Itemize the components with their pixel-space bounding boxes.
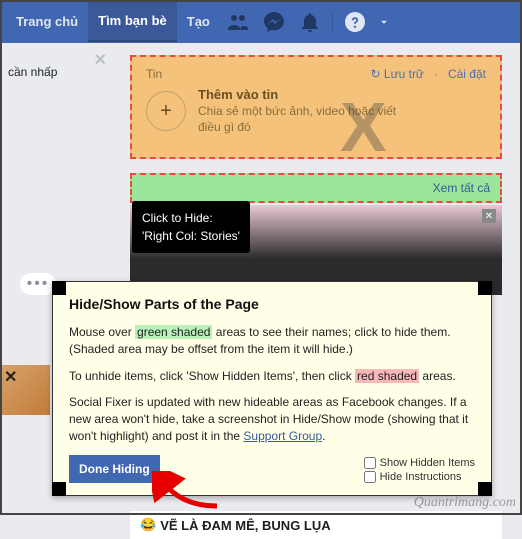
top-navbar: Trang chủ Tìm bạn bè Tạo xyxy=(0,0,522,43)
ad-close-icon[interactable]: ✕ xyxy=(482,209,496,223)
thumb-close-icon[interactable]: ✕ xyxy=(4,367,17,387)
stories-title: Tin xyxy=(146,67,162,81)
notifications-icon[interactable] xyxy=(298,10,322,34)
sidebar-thumbnail[interactable]: ✕ xyxy=(0,365,50,415)
help-icon[interactable] xyxy=(343,10,367,34)
red-shaded-highlight: red shaded xyxy=(355,369,419,383)
show-hidden-items-checkbox[interactable]: Show Hidden Items xyxy=(364,457,475,469)
archive-link[interactable]: ↻ Lưu trữ xyxy=(371,67,424,81)
settings-link[interactable]: Cài đặt xyxy=(448,67,486,81)
tab-home[interactable]: Trang chủ xyxy=(6,2,88,41)
panel-paragraph-1: Mouse over green shaded areas to see the… xyxy=(69,324,475,358)
panel-paragraph-2: To unhide items, click 'Show Hidden Item… xyxy=(69,368,475,385)
stories-box-highlight[interactable]: Tin ↻ Lưu trữ · Cài đặt + Thêm vào tin C… xyxy=(130,55,502,159)
navbar-divider xyxy=(332,11,333,33)
watermark: Quantrimang.com xyxy=(414,495,516,511)
panel-corner-handle[interactable] xyxy=(478,281,492,295)
hide-tooltip: Click to Hide: 'Right Col: Stories' xyxy=(132,201,250,253)
tooltip-line2: 'Right Col: Stories' xyxy=(142,227,240,245)
add-story-title: Thêm vào tin xyxy=(198,87,398,102)
panel-corner-handle[interactable] xyxy=(52,281,66,295)
chevron-down-icon[interactable] xyxy=(377,15,391,29)
stories-section: Tin ↻ Lưu trữ · Cài đặt + Thêm vào tin C… xyxy=(130,55,502,159)
add-story-subtitle: Chia sẻ một bức ảnh, video hoặc viết điề… xyxy=(198,104,398,135)
panel-title: Hide/Show Parts of the Page xyxy=(69,296,475,312)
panel-paragraph-3: Social Fixer is updated with new hideabl… xyxy=(69,394,475,444)
see-all-link[interactable]: Xem tất cả xyxy=(433,181,490,195)
add-story-button[interactable]: + xyxy=(146,91,186,131)
done-hiding-button[interactable]: Done Hiding xyxy=(69,455,160,483)
close-icon[interactable]: × xyxy=(94,49,106,72)
tooltip-line1: Click to Hide: xyxy=(142,209,240,227)
support-group-link[interactable]: Support Group xyxy=(243,429,322,443)
emoji-icon: 😂 xyxy=(140,517,156,533)
sidebar-shortcut-label: cần nhấp xyxy=(8,65,57,79)
green-shaded-highlight: green shaded xyxy=(135,325,212,339)
see-all-bar[interactable]: Xem tất cả xyxy=(130,173,502,203)
more-dots-icon[interactable]: ••• xyxy=(20,273,56,295)
panel-corner-handle[interactable] xyxy=(52,482,66,496)
messenger-icon[interactable] xyxy=(262,10,286,34)
friends-icon[interactable] xyxy=(226,10,250,34)
panel-corner-handle[interactable] xyxy=(478,482,492,496)
tab-create[interactable]: Tạo xyxy=(177,2,220,41)
feed-post-title[interactable]: 😂VẼ LÀ ĐAM MÊ, BUNG LỤA xyxy=(130,511,502,539)
hide-show-panel: Hide/Show Parts of the Page Mouse over g… xyxy=(52,281,492,496)
tab-find-friends[interactable]: Tìm bạn bè xyxy=(88,1,177,42)
hide-instructions-checkbox[interactable]: Hide Instructions xyxy=(364,471,475,483)
